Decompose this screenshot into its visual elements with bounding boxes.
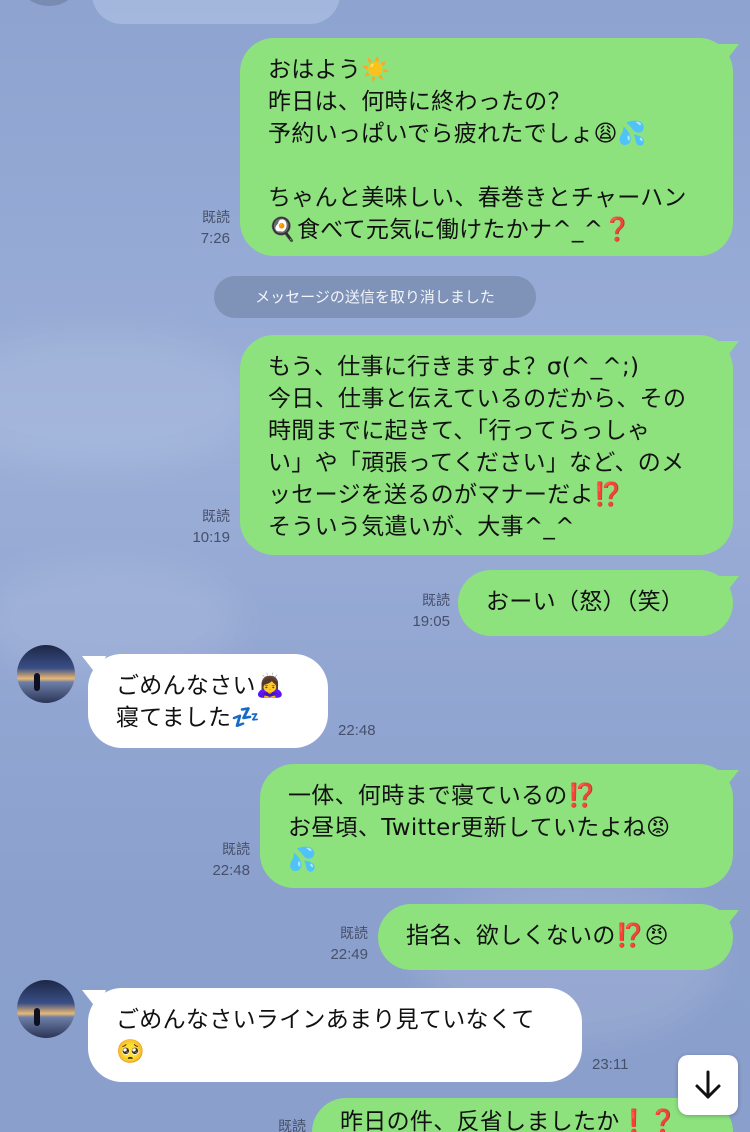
read-receipt: 既読	[278, 1118, 306, 1132]
read-receipt: 既読	[222, 841, 250, 857]
arrow-down-icon	[695, 1070, 721, 1099]
read-receipt: 既読	[202, 209, 230, 225]
partial-message-top	[92, 0, 340, 24]
read-receipt: 既読	[202, 508, 230, 524]
contact-avatar[interactable]	[17, 645, 75, 703]
message-time: 22:48	[338, 722, 376, 739]
contact-avatar[interactable]	[17, 980, 75, 1038]
read-receipt: 既読	[422, 592, 450, 608]
unsent-message-notice: メッセージの送信を取り消しました	[214, 276, 536, 318]
incoming-message[interactable]: ごめんなさいラインあまり見ていなくて 🥺	[88, 988, 582, 1082]
message-meta: 既読 22:48	[190, 839, 250, 881]
message-meta: 既読	[246, 1116, 306, 1132]
message-time: 23:11	[592, 1056, 629, 1073]
outgoing-message[interactable]: 一体、何時まで寝ているの⁉️ お昼頃、Twitter更新していたよね😡 💦	[260, 764, 733, 888]
outgoing-message[interactable]: おはよう☀️ 昨日は、何時に終わったの？ 予約いっぱいでら疲れたでしょ😩💦 ちゃ…	[240, 38, 733, 256]
message-time: 22:48	[212, 862, 250, 879]
partial-avatar-top	[20, 0, 78, 6]
message-meta: 既読 22:49	[308, 923, 368, 965]
message-meta: 既読 10:19	[172, 506, 230, 548]
scroll-to-bottom-button[interactable]	[678, 1055, 738, 1115]
message-time: 22:49	[330, 946, 368, 963]
message-meta: 既読 19:05	[392, 590, 450, 632]
outgoing-message[interactable]: おーい（怒）（笑）	[458, 570, 733, 636]
read-receipt: 既読	[340, 925, 368, 941]
outgoing-message[interactable]: もう、仕事に行きますよ？σ(^_^;) 今日、仕事と伝えているのだから、その 時…	[240, 335, 733, 555]
outgoing-message[interactable]: 指名、欲しくないの⁉️😠	[378, 904, 733, 970]
message-meta: 既読 7:26	[178, 207, 230, 249]
incoming-message[interactable]: ごめんなさい🙇‍♀️ 寝てました💤	[88, 654, 328, 748]
message-time: 7:26	[200, 230, 230, 247]
outgoing-message[interactable]: 昨日の件、反省しましたか❗️❓	[312, 1098, 733, 1132]
message-time: 10:19	[192, 529, 230, 546]
message-time: 19:05	[412, 613, 450, 630]
